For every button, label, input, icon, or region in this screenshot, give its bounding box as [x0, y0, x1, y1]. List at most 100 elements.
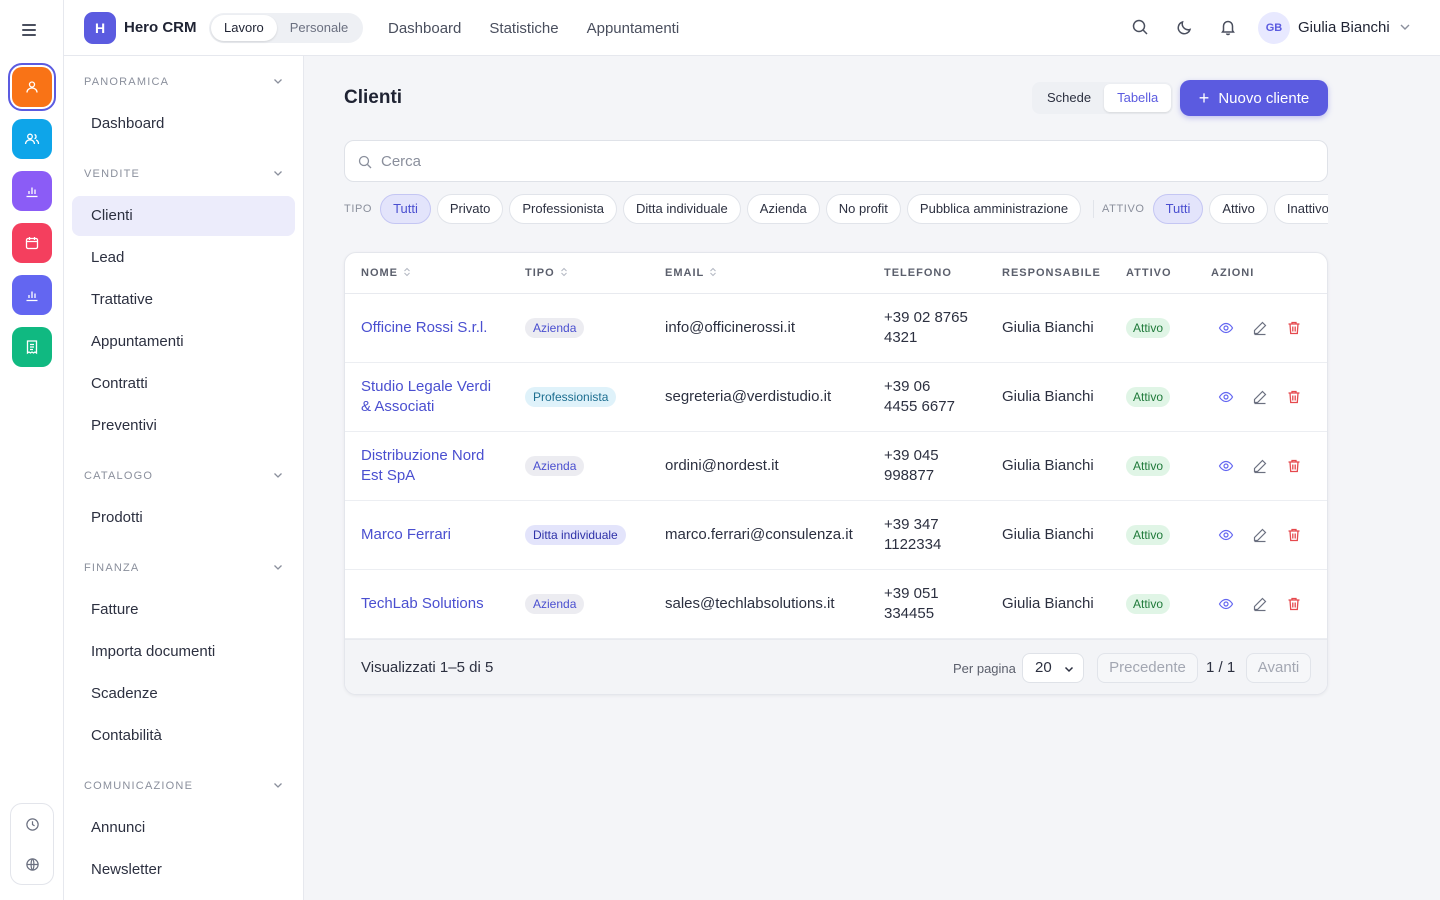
sidebar: PANORAMICA Dashboard VENDITE Clienti Lead Tra…: [64, 56, 304, 900]
filter-type-no-profit[interactable]: No profit: [825, 194, 901, 224]
sidebar-section-panoramica[interactable]: PANORAMICA: [84, 76, 284, 88]
delete-icon[interactable]: [1286, 458, 1304, 476]
sidebar-section-title: FINANZA: [84, 562, 140, 574]
filter-active-attivo[interactable]: Attivo: [1209, 194, 1268, 224]
edit-icon[interactable]: [1252, 320, 1270, 338]
filter-type-ditta-individuale[interactable]: Ditta individuale: [623, 194, 741, 224]
sidebar-section-catalogo[interactable]: CATALOGO: [84, 470, 284, 482]
edit-icon[interactable]: [1252, 527, 1270, 545]
rail-app-button[interactable]: [12, 223, 52, 263]
filter-active-tutti[interactable]: Tutti: [1152, 194, 1204, 224]
text-line: TechLab Solutions: [361, 595, 484, 612]
sidebar-item-annunci[interactable]: Annunci: [72, 808, 295, 848]
results-count: Visualizzati 1–5 di 5: [361, 659, 494, 676]
column-header-nome[interactable]: NOME: [361, 267, 411, 279]
next-page-button[interactable]: Avanti: [1246, 653, 1311, 683]
sidebar-item-fatture[interactable]: Fatture: [72, 590, 295, 630]
edit-icon[interactable]: [1252, 596, 1270, 614]
rail-app-button[interactable]: [12, 119, 52, 159]
filter-active-inattivo[interactable]: Inattivo: [1273, 194, 1328, 224]
new-client-button[interactable]: + Nuovo cliente: [1180, 80, 1328, 116]
sidebar-item-contratti[interactable]: Contratti: [72, 364, 295, 404]
history-icon[interactable]: [11, 804, 53, 844]
delete-icon[interactable]: [1286, 596, 1304, 614]
moon-icon[interactable]: [1176, 18, 1196, 38]
client-email: ordini@nordest.it: [665, 457, 779, 474]
client-phone: +39 06 4455 6677: [884, 377, 994, 417]
view-icon[interactable]: [1218, 527, 1236, 545]
sidebar-item-scadenze[interactable]: Scadenze: [72, 674, 295, 714]
view-icon[interactable]: [1218, 389, 1236, 407]
app-logo[interactable]: H: [84, 12, 116, 44]
delete-icon[interactable]: [1286, 320, 1304, 338]
sidebar-item-trattative[interactable]: Trattative: [72, 280, 295, 320]
edit-icon[interactable]: [1252, 458, 1270, 476]
edit-icon[interactable]: [1252, 389, 1270, 407]
text-line: 4321: [884, 329, 918, 346]
sidebar-item-lead[interactable]: Lead: [72, 238, 295, 278]
mode-personale[interactable]: Personale: [277, 15, 362, 41]
column-header-email[interactable]: EMAIL: [665, 267, 717, 279]
chevron-down-icon[interactable]: [1398, 20, 1412, 34]
sidebar-item-dashboard[interactable]: Dashboard: [72, 104, 295, 144]
view-icon[interactable]: [1218, 320, 1236, 338]
sidebar-item-importa-documenti[interactable]: Importa documenti: [72, 632, 295, 672]
chevron-down-icon: [272, 167, 284, 179]
rail-app-button[interactable]: [12, 275, 52, 315]
sidebar-item-contabilit-[interactable]: Contabilità: [72, 716, 295, 756]
text-line: +39 051: [884, 585, 939, 602]
mode-lavoro[interactable]: Lavoro: [211, 15, 277, 41]
sidebar-section-title: CATALOGO: [84, 470, 154, 482]
filter-type-azienda[interactable]: Azienda: [746, 194, 820, 224]
rail-app-button[interactable]: [8, 63, 56, 111]
text-line: Marco Ferrari: [361, 526, 452, 543]
prev-page-button[interactable]: Precedente: [1097, 653, 1198, 683]
sidebar-item-prodotti[interactable]: Prodotti: [72, 498, 295, 538]
table-row: Studio Legale Verdi & Associati Profession…: [345, 363, 1327, 432]
client-name-link[interactable]: Distribuzione Nord Est SpA: [361, 446, 511, 486]
user-name[interactable]: Giulia Bianchi: [1298, 19, 1390, 36]
view-icon[interactable]: [1218, 458, 1236, 476]
bell-icon[interactable]: [1219, 18, 1239, 38]
filter-divider: [1093, 200, 1095, 218]
filter-type-tutti[interactable]: Tutti: [380, 194, 431, 224]
status-badge: Attivo: [1126, 594, 1171, 614]
filter-type-pubblica-amministrazione[interactable]: Pubblica amministrazione: [906, 194, 1082, 224]
menu-icon[interactable]: [22, 24, 42, 40]
filter-type-privato[interactable]: Privato: [436, 194, 504, 224]
filter-type-professionista[interactable]: Professionista: [509, 194, 618, 224]
user-avatar[interactable]: GB: [1258, 12, 1290, 44]
sidebar-item-preventivi[interactable]: Preventivi: [72, 406, 295, 446]
page-info: 1 / 1: [1206, 659, 1236, 676]
view-icon[interactable]: [1218, 596, 1236, 614]
sidebar-section-vendite[interactable]: VENDITE: [84, 168, 284, 180]
client-name-link[interactable]: Marco Ferrari: [361, 525, 511, 545]
topnav-dashboard[interactable]: Dashboard: [388, 20, 461, 37]
sidebar-item-clienti[interactable]: Clienti: [72, 196, 295, 236]
view-schede[interactable]: Schede: [1034, 84, 1104, 112]
search-icon[interactable]: [1131, 18, 1151, 38]
chevron-down-icon: [272, 779, 284, 791]
per-page-select[interactable]: 20: [1022, 653, 1084, 683]
sidebar-section-title: PANORAMICA: [84, 76, 170, 88]
sidebar-item-newsletter[interactable]: Newsletter: [72, 850, 295, 890]
filter-type-label: TIPO: [344, 203, 373, 215]
text-line: 4455 6677: [884, 398, 955, 415]
rail-app-button[interactable]: [12, 171, 52, 211]
client-name-link[interactable]: TechLab Solutions: [361, 594, 511, 614]
sidebar-section-finanza[interactable]: FINANZA: [84, 562, 284, 574]
topnav-statistiche[interactable]: Statistiche: [489, 20, 558, 37]
client-phone: +39 051 334455: [884, 584, 994, 624]
delete-icon[interactable]: [1286, 389, 1304, 407]
globe-icon[interactable]: [11, 844, 53, 884]
view-tabella[interactable]: Tabella: [1104, 84, 1172, 112]
column-header-tipo[interactable]: TIPO: [525, 267, 568, 279]
topnav-appuntamenti[interactable]: Appuntamenti: [587, 20, 680, 37]
client-name-link[interactable]: Officine Rossi S.r.l.: [361, 318, 511, 338]
search-input[interactable]: [381, 141, 1311, 181]
sidebar-item-appuntamenti[interactable]: Appuntamenti: [72, 322, 295, 362]
client-name-link[interactable]: Studio Legale Verdi & Associati: [361, 377, 511, 417]
rail-app-button[interactable]: [12, 327, 52, 367]
sidebar-section-comunicazione[interactable]: COMUNICAZIONE: [84, 780, 284, 792]
delete-icon[interactable]: [1286, 527, 1304, 545]
